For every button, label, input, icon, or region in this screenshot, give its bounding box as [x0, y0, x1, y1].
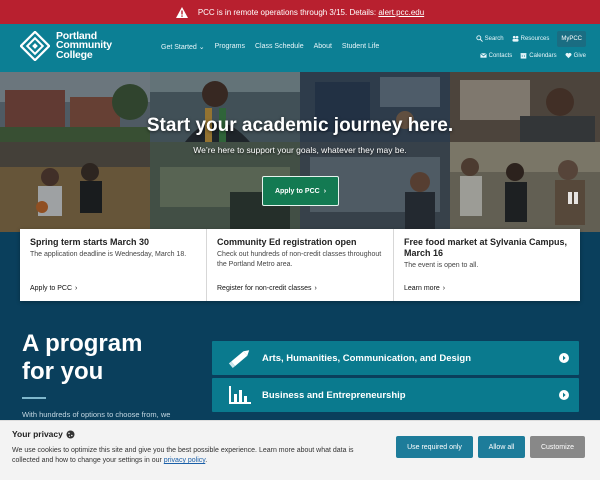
util-contacts[interactable]: Contacts: [479, 52, 513, 59]
search-icon: [475, 35, 483, 42]
hero-subtitle: We’re here to support your goals, whatev…: [193, 145, 407, 155]
card-body: The application deadline is Wednesday, M…: [30, 251, 187, 258]
main-nav: Get Started ⌄ Programs Class Schedule Ab…: [161, 43, 379, 51]
apply-button-label: Apply to PCC: [274, 187, 320, 195]
alert-message: PCC is in remote operations through 3/15…: [198, 8, 424, 17]
util-calendars[interactable]: Calendars: [520, 52, 557, 59]
heart-icon: [565, 52, 572, 59]
card-spring-term: Spring term starts March 30 The applicat…: [20, 229, 207, 301]
chevron-right-icon: ›: [442, 285, 446, 292]
util-search[interactable]: Search: [475, 35, 504, 42]
util-resources-label: Resources: [520, 35, 550, 42]
divider: [22, 397, 46, 399]
cookie-banner: Your privacy We use cookies to optimize …: [0, 420, 600, 480]
card-title: Community Ed registration open: [217, 237, 357, 247]
programs-intro: With hundreds of options to choose from,…: [22, 410, 171, 419]
allow-all-button[interactable]: Allow all: [478, 436, 525, 458]
site-header: Portland Community College Get Started ⌄…: [0, 24, 600, 72]
nav-about[interactable]: About: [314, 43, 332, 51]
people-icon: [512, 35, 519, 42]
programs-heading: A program for you: [22, 330, 142, 386]
util-give[interactable]: Give: [565, 52, 586, 59]
apply-button[interactable]: Apply to PCC ›: [262, 176, 339, 206]
util-resources[interactable]: Resources: [512, 35, 550, 42]
cookie-title: Your privacy: [12, 429, 75, 439]
card-link-label: Register for non-credit classes: [217, 285, 312, 292]
program-business[interactable]: Business and Entrepreneurship: [212, 378, 579, 412]
card-link-apply[interactable]: Apply to PCC ›: [30, 285, 77, 292]
mypcc-button[interactable]: MyPCC: [557, 30, 586, 47]
announcement-cards: Spring term starts March 30 The applicat…: [20, 229, 580, 301]
pencil-icon: [228, 350, 250, 369]
programs-heading-line: for you: [22, 358, 104, 385]
card-link-register[interactable]: Register for non-credit classes ›: [217, 285, 317, 292]
nav-programs[interactable]: Programs: [215, 43, 245, 51]
card-title: Spring term starts March 30: [30, 237, 150, 247]
hero-banner: Start your academic journey here. We’re …: [0, 72, 600, 232]
programs-heading-line: A program: [22, 330, 143, 357]
card-link-label: Apply to PCC: [30, 285, 73, 292]
card-link-label: Learn more: [404, 285, 440, 292]
card-title: Free food market at Sylvania Campus, Mar…: [404, 237, 568, 258]
bar-chart-icon: [229, 386, 251, 404]
utility-nav: Search Resources MyPCC Contacts Calendar…: [456, 30, 586, 64]
alert-bar: PCC is in remote operations through 3/15…: [0, 0, 600, 24]
chevron-right-icon: ›: [75, 285, 78, 292]
util-contacts-label: Contacts: [488, 52, 513, 59]
calendar-icon: [520, 53, 527, 59]
logo-line: College: [56, 48, 93, 61]
pcc-logo[interactable]: Portland Community College: [20, 31, 112, 61]
nav-label: Get Started: [161, 44, 197, 51]
cookie-text: We use cookies to optimize this site and…: [12, 446, 382, 466]
chevron-right-icon: ›: [314, 285, 317, 292]
arrow-circle-icon: [559, 390, 569, 400]
program-label: Arts, Humanities, Communication, and Des…: [262, 352, 472, 364]
logo-mark-icon: [20, 31, 50, 61]
use-required-only-button[interactable]: Use required only: [396, 436, 473, 458]
alert-link[interactable]: alert.pcc.edu: [378, 8, 424, 17]
util-search-label: Search: [484, 35, 504, 42]
nav-student-life[interactable]: Student Life: [342, 43, 379, 51]
privacy-policy-link[interactable]: privacy policy: [164, 457, 206, 464]
card-body: The event is open to all.: [404, 262, 479, 269]
alert-text: PCC is in remote operations through 3/15…: [197, 7, 379, 17]
cookie-icon: [66, 430, 75, 438]
warning-icon: [175, 6, 188, 18]
cookie-text-end: .: [205, 457, 208, 464]
card-community-ed: Community Ed registration open Check out…: [207, 229, 394, 301]
nav-class-schedule[interactable]: Class Schedule: [255, 43, 304, 51]
util-give-label: Give: [573, 52, 586, 59]
chevron-right-icon: ›: [323, 187, 327, 195]
logo-text: Portland Community College: [56, 31, 112, 61]
hero-title: Start your academic journey here.: [146, 115, 454, 136]
cookie-title-text: Your privacy: [12, 429, 63, 439]
card-link-learn-more[interactable]: Learn more ›: [404, 285, 445, 292]
nav-get-started[interactable]: Get Started ⌄: [161, 43, 205, 51]
util-calendars-label: Calendars: [529, 52, 557, 59]
customize-button[interactable]: Customize: [530, 436, 585, 458]
program-label: Business and Entrepreneurship: [262, 389, 406, 401]
card-food-market: Free food market at Sylvania Campus, Mar…: [394, 229, 580, 301]
envelope-icon: [479, 53, 487, 58]
program-arts-humanities[interactable]: Arts, Humanities, Communication, and Des…: [212, 341, 579, 375]
pause-slideshow-button[interactable]: [567, 190, 579, 206]
card-body: Check out hundreds of non-credit classes…: [217, 251, 382, 268]
chevron-down-icon: ⌄: [198, 44, 205, 51]
arrow-circle-icon: [559, 353, 569, 363]
